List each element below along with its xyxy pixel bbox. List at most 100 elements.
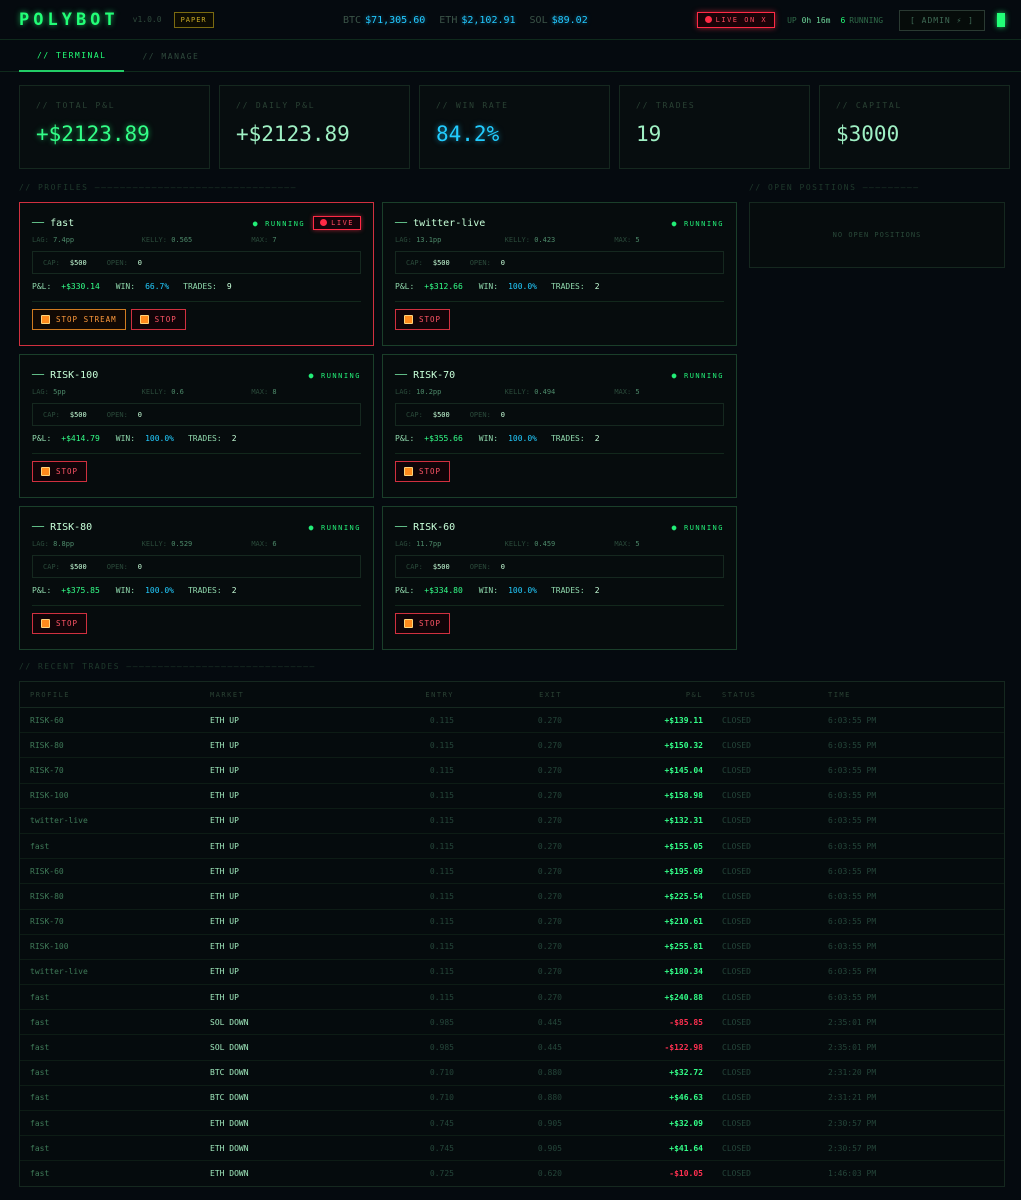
param-label: KELLY: — [141, 388, 167, 396]
param-value: 0.529 — [171, 540, 193, 548]
cell-time: 1:46:03 PM — [828, 1169, 877, 1179]
column-header[interactable]: TIME — [828, 691, 978, 699]
running-status: ● RUNNING — [672, 523, 724, 532]
column-header[interactable]: EXIT — [454, 691, 562, 699]
stop-button[interactable]: STOP — [32, 613, 88, 634]
open-value: 0 — [500, 562, 506, 571]
running-label: RUNNING — [265, 219, 306, 228]
tab-manage[interactable]: // MANAGE — [124, 40, 217, 72]
stat-trades: // TRADES 19 — [619, 85, 810, 169]
cell-exit: 0.270 — [537, 765, 562, 775]
cell-profile: RISK-70 — [30, 765, 64, 775]
cell-time: 6:03:55 PM — [828, 967, 877, 977]
uptime-value: 0h 16m — [801, 15, 831, 25]
cell-status: CLOSED — [722, 917, 751, 927]
table-row[interactable]: RISK-80 ETH UP 0.115 0.270 +$150.32 CLOSED 6:0… — [20, 733, 1004, 759]
pnl-label: P&L: — [32, 586, 52, 595]
cell-market: ETH UP — [210, 791, 239, 801]
stop-button[interactable]: STOP — [395, 613, 451, 634]
param-lag: LAG: 13.1pp — [395, 236, 505, 244]
cell-exit: 0.270 — [537, 816, 562, 826]
cell-pnl: +$155.05 — [664, 841, 703, 851]
stat-value: 19 — [636, 122, 662, 146]
table-row[interactable]: fast ETH DOWN 0.725 0.620 -$10.05 CLOSED 1:46:… — [20, 1161, 1004, 1186]
open-value: 0 — [137, 562, 143, 571]
tab-terminal[interactable]: // TERMINAL — [19, 40, 125, 72]
table-row[interactable]: RISK-60 ETH UP 0.115 0.270 +$139.11 CLOSED 6:0… — [20, 708, 1004, 734]
cell-pnl: +$139.11 — [664, 715, 703, 725]
stop-button[interactable]: STOP — [130, 309, 186, 330]
table-row[interactable]: RISK-60 ETH UP 0.115 0.270 +$195.69 CLOSED 6:0… — [20, 859, 1004, 885]
table-row[interactable]: fast BTC DOWN 0.710 0.880 +$32.72 CLOSED 2:31:… — [20, 1061, 1004, 1086]
table-row[interactable]: RISK-70 ETH UP 0.115 0.270 +$145.04 CLOSED 6:0… — [20, 758, 1004, 784]
stop-square-icon — [139, 315, 149, 324]
table-row[interactable]: RISK-80 ETH UP 0.115 0.270 +$225.54 CLOSED 6:0… — [20, 884, 1004, 910]
cell-status: CLOSED — [722, 765, 751, 775]
cell-exit: 0.270 — [537, 791, 562, 801]
table-row[interactable]: fast ETH UP 0.115 0.270 +$240.88 CLOSED 6:03:5… — [20, 985, 1004, 1011]
cell-pnl: -$10.05 — [669, 1169, 703, 1179]
profile-header: fast ● RUNNING LIVE — [32, 216, 361, 230]
param-max: MAX: 5 — [614, 388, 724, 396]
ticker-eth: ETH $2,102.91 — [439, 15, 515, 26]
cell-exit: 0.905 — [537, 1118, 562, 1128]
table-row[interactable]: fast ETH UP 0.115 0.270 +$155.05 CLOSED 6:03:5… — [20, 834, 1004, 860]
win-value: 100.0% — [145, 434, 174, 443]
column-header[interactable]: PROFILE — [20, 691, 210, 699]
live-badge[interactable]: LIVE — [313, 216, 361, 230]
stop-button[interactable]: STOP — [395, 309, 451, 330]
live-on-x-button[interactable]: LIVE ON X — [696, 12, 776, 28]
column-header[interactable]: P&L — [562, 691, 703, 699]
cell-profile: fast — [30, 992, 50, 1002]
stop-stream-button[interactable]: STOP STREAM — [32, 309, 126, 330]
table-row[interactable]: fast SOL DOWN 0.985 0.445 -$85.85 CLOSED 2:35:… — [20, 1010, 1004, 1036]
cell-time: 6:03:55 PM — [828, 942, 877, 952]
win-label: WIN: — [115, 434, 136, 443]
table-row[interactable]: fast ETH DOWN 0.745 0.905 +$41.64 CLOSED 2:30:… — [20, 1136, 1004, 1162]
trades-value: 9 — [226, 282, 232, 291]
cell-time: 6:03:55 PM — [828, 992, 877, 1002]
table-row[interactable]: twitter-live ETH UP 0.115 0.270 +$180.34 CLOS… — [20, 960, 1004, 986]
cell-entry: 0.710 — [429, 1068, 454, 1078]
recent-trades-section-title: // RECENT TRADES ———————————————————————… — [19, 662, 316, 671]
ticker-price: $71,305.60 — [365, 14, 426, 26]
cell-pnl: +$32.09 — [669, 1118, 703, 1128]
profile-name: fast — [32, 218, 74, 229]
cell-entry: 0.115 — [429, 917, 454, 927]
param-kelly: KELLY: 0.459 — [505, 540, 615, 548]
table-row[interactable]: fast ETH DOWN 0.745 0.905 +$32.09 CLOSED 2:30:… — [20, 1111, 1004, 1137]
table-row[interactable]: RISK-70 ETH UP 0.115 0.270 +$210.61 CLOSED 6:0… — [20, 910, 1004, 935]
column-header[interactable]: MARKET — [210, 691, 360, 699]
running-status: ● RUNNING — [672, 219, 724, 228]
trades-label: TRADES: — [550, 586, 585, 595]
pnl-label: P&L: — [395, 586, 415, 595]
table-row[interactable]: twitter-live ETH UP 0.115 0.270 +$132.31 CLOS… — [20, 809, 1004, 834]
stop-button[interactable]: STOP — [395, 461, 451, 482]
profile-card-risk-100: RISK-100 ● RUNNING LAG: 5pp KELLY: 0.6 MA… — [19, 354, 374, 498]
table-row[interactable]: RISK-100 ETH UP 0.115 0.270 +$158.98 CLOSED 6:… — [20, 784, 1004, 809]
cell-exit: 0.270 — [537, 917, 562, 927]
cell-market: ETH UP — [210, 992, 239, 1002]
stop-button[interactable]: STOP — [32, 461, 88, 482]
cell-status: CLOSED — [722, 715, 751, 725]
cell-status: CLOSED — [722, 891, 751, 901]
param-max: MAX: 8 — [251, 388, 361, 396]
cell-profile: fast — [30, 1118, 50, 1128]
trades-value: 2 — [594, 434, 600, 443]
profile-header: twitter-live ● RUNNING — [395, 216, 724, 230]
cell-status: CLOSED — [722, 1068, 751, 1078]
cell-exit: 0.620 — [537, 1169, 562, 1179]
column-header[interactable]: ENTRY — [360, 691, 454, 699]
param-value: 7 — [272, 236, 277, 244]
stop-label: STOP — [419, 467, 442, 476]
table-row[interactable]: fast SOL DOWN 0.985 0.445 -$122.98 CLOSED 2:35… — [20, 1035, 1004, 1061]
admin-button[interactable]: [ ADMIN ⚡ ] — [899, 9, 985, 31]
param-label: KELLY: — [141, 236, 167, 244]
table-row[interactable]: fast BTC DOWN 0.710 0.880 +$46.63 CLOSED 2:31:… — [20, 1086, 1004, 1111]
win-label: WIN: — [115, 586, 136, 595]
open-label: OPEN: — [106, 258, 128, 267]
table-row[interactable]: RISK-100 ETH UP 0.115 0.270 +$255.81 CLOSED 6:… — [20, 935, 1004, 960]
param-lag: LAG: 11.7pp — [395, 540, 505, 548]
param-label: MAX: — [614, 540, 632, 548]
column-header[interactable]: STATUS — [703, 691, 828, 699]
